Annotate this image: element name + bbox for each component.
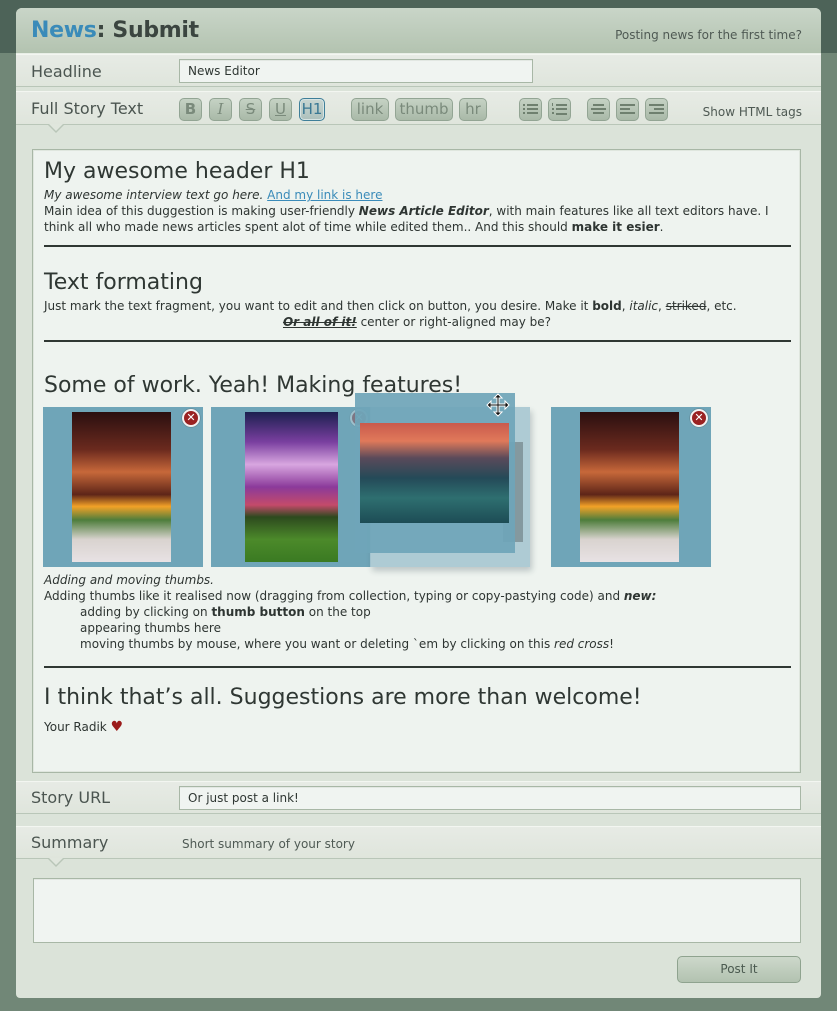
p3-italic: italic xyxy=(629,299,659,313)
interview-text: My awesome interview text go here. xyxy=(44,188,264,202)
thumb-button[interactable]: thumb xyxy=(395,98,453,121)
title-rest: : Submit xyxy=(96,18,200,43)
editor-paragraph-5: Adding thumbs like it realised now (drag… xyxy=(44,588,790,604)
summary-pointer xyxy=(48,858,64,867)
li3-italic: red cross xyxy=(554,637,610,651)
show-html-tags-link[interactable]: Show HTML tags xyxy=(703,105,802,119)
signature-text: Your Radik xyxy=(44,720,107,734)
numbered-list-icon xyxy=(552,103,567,115)
thumb-image xyxy=(245,412,338,562)
editor-paragraph-4: Or all of it! center or right-aligned ma… xyxy=(44,314,790,330)
bulleted-list-button[interactable] xyxy=(519,98,542,121)
p2-text: Main idea of this duggestion is making u… xyxy=(44,204,359,218)
li3-end: ! xyxy=(609,637,614,651)
summary-row: Summary Short summary of your story xyxy=(16,826,821,859)
thumb-image xyxy=(72,412,171,562)
story-editor[interactable]: My awesome header H1 My awesome intervie… xyxy=(32,149,801,773)
headline-label: Headline xyxy=(31,62,102,81)
panel-header: News: Submit Posting news for the first … xyxy=(16,8,821,54)
story-toolbar-row: Full Story Text B I S U H1 link thumb hr… xyxy=(16,91,821,125)
p2-end: . xyxy=(659,220,664,234)
align-left-icon xyxy=(620,104,635,114)
signature: Your Radik ♥ xyxy=(44,719,790,735)
horizontal-rule xyxy=(44,340,791,342)
underline-button[interactable]: U xyxy=(269,98,292,121)
editor-paragraph-2: Main idea of this duggestion is making u… xyxy=(44,203,790,235)
editor-link[interactable]: And my link is here xyxy=(267,188,382,202)
thumbs-caption: Adding and moving thumbs. xyxy=(44,573,214,587)
editor-heading-1: My awesome header H1 xyxy=(44,159,310,184)
p5-text: Adding thumbs like it realised now (drag… xyxy=(44,589,624,603)
align-center-icon xyxy=(591,104,606,114)
summary-hint: Short summary of your story xyxy=(182,837,355,851)
thumb-sunset-beach-dragging[interactable] xyxy=(355,393,515,553)
editor-paragraph-1: My awesome interview text go here. And m… xyxy=(44,187,790,203)
p3-bold: bold xyxy=(592,299,622,313)
p3-end: , etc. xyxy=(706,299,737,313)
bold-button[interactable]: B xyxy=(179,98,202,121)
li1-bold: thumb button xyxy=(211,605,305,619)
p4-all-formatting: Or all of it! xyxy=(282,315,357,329)
heart-icon: ♥ xyxy=(110,719,124,735)
headline-input[interactable]: News Editor xyxy=(179,59,533,83)
list-item: adding by clicking on thumb button on th… xyxy=(44,604,790,620)
p2-bold-italic: News Article Editor xyxy=(358,204,489,218)
link-button[interactable]: link xyxy=(351,98,389,121)
toolbar-pointer xyxy=(48,124,64,133)
thumb-cannon-sunset[interactable]: ✕ xyxy=(43,407,203,567)
first-time-help-link[interactable]: Posting news for the first time? xyxy=(615,28,802,42)
p2-bold: make it esier xyxy=(571,220,660,234)
p5-new: new: xyxy=(623,589,657,603)
li1-text: adding by clicking on xyxy=(80,605,212,619)
story-url-input[interactable]: Or just post a link! xyxy=(179,786,801,810)
editor-heading-2: Text formating xyxy=(44,270,203,295)
red-cross-icon[interactable]: ✕ xyxy=(690,409,708,427)
p3-strike: striked xyxy=(665,299,707,313)
li3-text: moving thumbs by mouse, where you want o… xyxy=(80,637,555,651)
red-cross-icon[interactable]: ✕ xyxy=(182,409,200,427)
summary-textarea[interactable] xyxy=(33,878,801,943)
page-title: News: Submit xyxy=(31,18,199,43)
story-url-row: Story URL Or just post a link! xyxy=(16,781,821,814)
move-cursor-icon xyxy=(486,393,510,417)
summary-label: Summary xyxy=(31,833,109,852)
list-item: moving thumbs by mouse, where you want o… xyxy=(44,636,790,652)
p3-comma-2: , xyxy=(658,299,666,313)
horizontal-rule xyxy=(44,666,791,668)
editor-paragraph-3: Just mark the text fragment, you want to… xyxy=(44,298,790,314)
horizontal-rule xyxy=(44,245,791,247)
list-item: appearing thumbs here xyxy=(80,621,221,635)
thumb-image xyxy=(580,412,679,562)
align-left-button[interactable] xyxy=(616,98,639,121)
headline-row: Headline News Editor xyxy=(16,54,821,87)
story-url-label: Story URL xyxy=(31,788,111,807)
bulleted-list-icon xyxy=(523,104,538,114)
p3-text: Just mark the text fragment, you want to… xyxy=(44,299,593,313)
title-accent: News xyxy=(31,18,97,43)
align-right-button[interactable] xyxy=(645,98,668,121)
numbered-list-button[interactable] xyxy=(548,98,571,121)
hr-button[interactable]: hr xyxy=(459,98,487,121)
align-center-button[interactable] xyxy=(587,98,610,121)
story-text-label: Full Story Text xyxy=(31,99,144,118)
h1-button[interactable]: H1 xyxy=(299,98,325,121)
italic-button[interactable]: I xyxy=(209,98,232,121)
p4-text: center or right-aligned may be? xyxy=(356,315,551,329)
post-it-button[interactable]: Post It xyxy=(677,956,801,983)
thumb-purple-clouds[interactable]: ✕ xyxy=(211,407,371,567)
align-right-icon xyxy=(649,104,664,114)
thumb-image xyxy=(360,423,509,523)
editor-heading-4: I think that’s all. Suggestions are more… xyxy=(44,685,642,710)
news-submit-panel: News: Submit Posting news for the first … xyxy=(16,8,821,998)
thumb-cannon-sunset-2[interactable]: ✕ xyxy=(551,407,711,567)
li1-text-2: on the top xyxy=(304,605,371,619)
strike-button[interactable]: S xyxy=(239,98,262,121)
